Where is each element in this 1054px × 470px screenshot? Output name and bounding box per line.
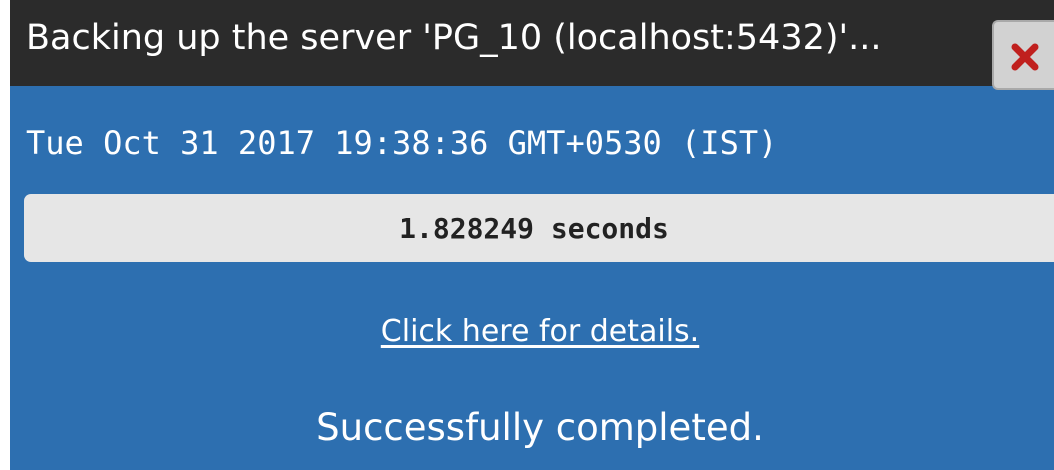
backup-process-dialog: Backing up the server 'PG_10 (localhost:… <box>10 0 1054 470</box>
close-x-icon <box>1011 43 1039 71</box>
duration-text: 1.828249 seconds <box>399 212 669 245</box>
start-timestamp: Tue Oct 31 2017 19:38:36 GMT+0530 (IST) <box>26 124 778 162</box>
status-message: Successfully completed. <box>316 406 764 449</box>
dialog-titlebar: Backing up the server 'PG_10 (localhost:… <box>10 0 1054 86</box>
close-button[interactable] <box>992 20 1054 90</box>
duration-panel: 1.828249 seconds <box>24 194 1054 262</box>
dialog-title: Backing up the server 'PG_10 (localhost:… <box>26 18 882 58</box>
details-link[interactable]: Click here for details. <box>10 314 1054 349</box>
